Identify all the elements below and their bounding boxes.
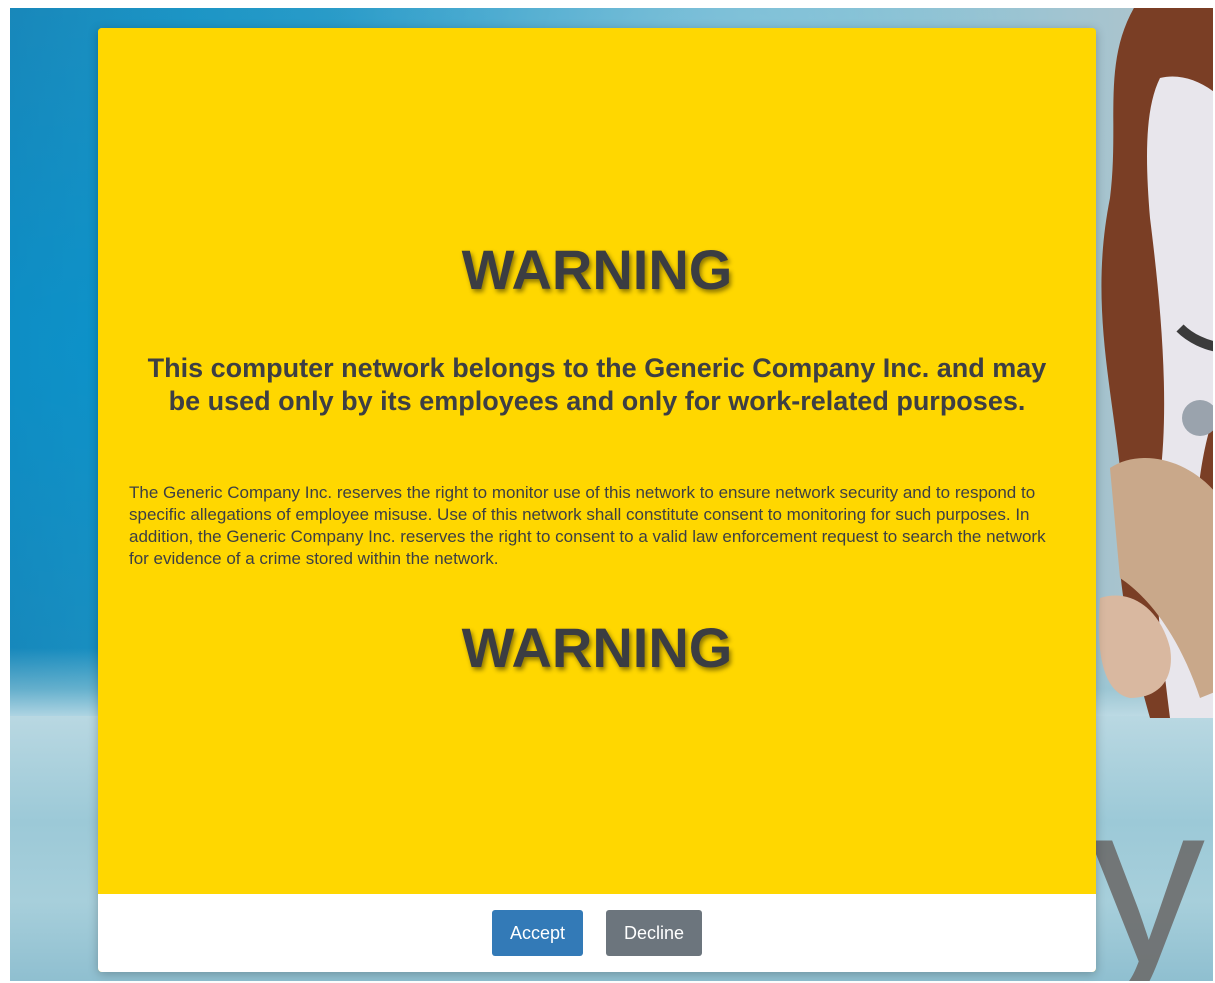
warning-notice-text: The Generic Company Inc. reserves the ri…: [129, 483, 1046, 568]
brand-logo-text: y: [1090, 754, 1205, 982]
warning-dialog: WARNING This computer network belongs to…: [98, 28, 1096, 972]
decline-button[interactable]: Decline: [606, 910, 702, 956]
warning-heading-bottom: WARNING: [461, 616, 733, 679]
warning-dialog-body: WARNING This computer network belongs to…: [98, 28, 1096, 894]
warning-heading-top: WARNING: [461, 238, 733, 301]
warning-dialog-footer: Accept Decline: [98, 894, 1096, 972]
accept-button[interactable]: Accept: [492, 910, 583, 956]
warning-headline: This computer network belongs to the Gen…: [147, 353, 1047, 416]
